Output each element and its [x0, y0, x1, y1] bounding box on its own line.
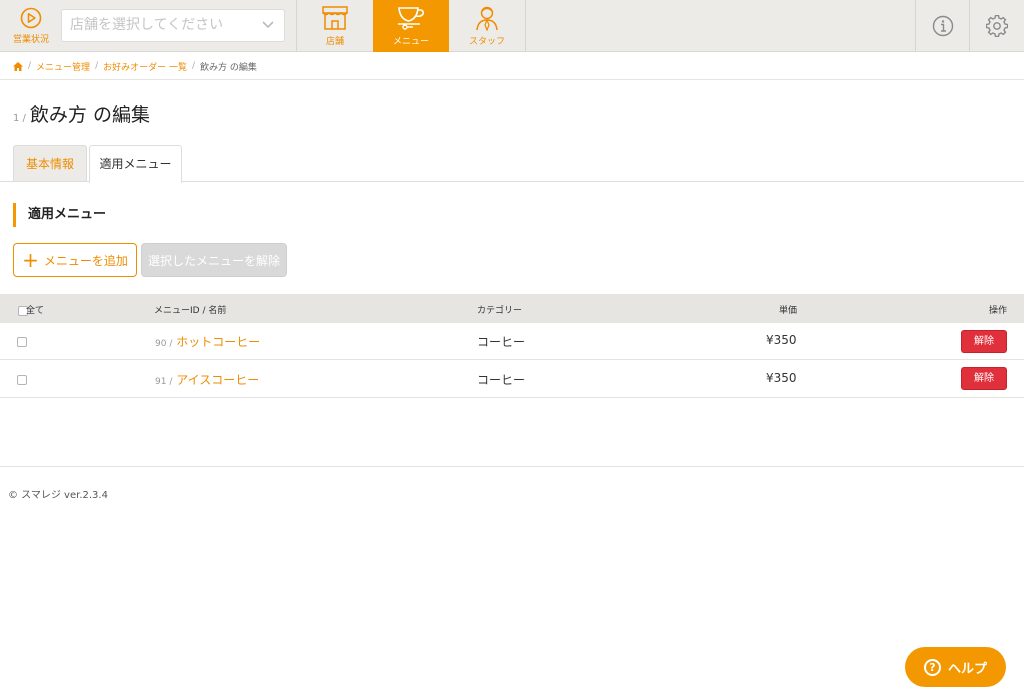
- tab-staff-label: スタッフ: [468, 37, 505, 47]
- tab-staff[interactable]: スタッフ: [449, 0, 525, 52]
- divider: [525, 0, 526, 52]
- table-row: 90 / ホットコーヒー コーヒー ¥350 解除: [0, 323, 1024, 360]
- menu-category: コーヒー: [477, 335, 526, 349]
- menu-id: 91 /: [155, 377, 173, 387]
- footer-divider: [0, 466, 1024, 467]
- menu-name-link[interactable]: アイスコーヒー: [176, 373, 259, 387]
- breadcrumb-separator: /: [95, 61, 99, 71]
- breadcrumb-menu-management[interactable]: メニュー管理: [36, 60, 90, 73]
- store-select-placeholder: 店舗を選択してください: [70, 17, 224, 33]
- chevron-down-icon: [262, 21, 274, 29]
- menu-price: ¥350: [766, 371, 797, 385]
- tab-applied-menus[interactable]: 適用メニュー: [89, 145, 182, 183]
- settings-button[interactable]: [970, 0, 1023, 52]
- content-tabs: 基本情報 適用メニュー: [0, 145, 1024, 183]
- copyright: © スマレジ ver.2.3.4: [8, 490, 108, 501]
- row-checkbox[interactable]: [17, 375, 27, 385]
- menu-id: 90 /: [155, 339, 173, 349]
- cup-icon: [398, 7, 425, 30]
- remove-button[interactable]: 解除: [961, 330, 1007, 353]
- tab-store-label: 店舗: [325, 37, 344, 47]
- menu-id-name: 91 / アイスコーヒー: [155, 371, 259, 388]
- tab-basic-info[interactable]: 基本情報: [13, 145, 87, 181]
- home-icon[interactable]: [13, 61, 23, 71]
- remove-button[interactable]: 解除: [961, 367, 1007, 390]
- header-category: カテゴリー: [477, 306, 523, 316]
- business-status-button[interactable]: 営業状況: [0, 0, 62, 52]
- table-header: 全て メニューID / 名前 カテゴリー 単価 操作: [0, 294, 1024, 323]
- info-icon: [932, 15, 953, 37]
- row-checkbox[interactable]: [17, 337, 27, 347]
- menu-category: コーヒー: [477, 373, 526, 387]
- tab-menu-label: メニュー: [392, 37, 429, 47]
- add-menu-button[interactable]: + メニューを追加: [13, 243, 137, 277]
- tab-menu[interactable]: メニュー: [373, 0, 449, 52]
- page-title-text: 飲み方 の編集: [29, 104, 150, 126]
- breadcrumb-current: 飲み方 の編集: [200, 62, 257, 73]
- tab-store[interactable]: 店舗: [297, 0, 373, 52]
- info-button[interactable]: [916, 0, 969, 52]
- business-status-label: 営業状況: [12, 35, 49, 45]
- menu-id-name: 90 / ホットコーヒー: [155, 333, 260, 350]
- help-label: ヘルプ: [947, 661, 987, 677]
- page-title-number: 1 /: [13, 113, 26, 124]
- remove-selected-button[interactable]: 選択したメニューを解除: [141, 243, 287, 277]
- store-select[interactable]: 店舗を選択してください: [61, 9, 285, 42]
- breadcrumb: / メニュー管理 / お好みオーダー 一覧 / 飲み方 の編集: [0, 53, 1024, 80]
- breadcrumb-separator: /: [191, 61, 196, 71]
- store-icon: [322, 6, 348, 30]
- table-row: 91 / アイスコーヒー コーヒー ¥350 解除: [0, 361, 1024, 398]
- breadcrumb-option-list[interactable]: お好みオーダー 一覧: [103, 60, 187, 73]
- menu-name-link[interactable]: ホットコーヒー: [176, 335, 260, 349]
- section-title: 適用メニュー: [13, 203, 106, 227]
- header-id-name: メニューID / 名前: [154, 306, 227, 316]
- help-button[interactable]: ? ヘルプ: [905, 647, 1006, 687]
- header-action: 操作: [989, 306, 1008, 316]
- gear-icon: [985, 15, 1008, 37]
- page-title: 1 /飲み方 の編集: [13, 100, 150, 127]
- menu-price: ¥350: [766, 333, 797, 347]
- header-price: 単価: [779, 306, 798, 316]
- staff-icon: [476, 6, 498, 31]
- plus-icon: +: [22, 248, 39, 272]
- add-menu-label: メニューを追加: [43, 253, 128, 268]
- question-circle-icon: ?: [923, 658, 941, 676]
- play-circle-icon: [20, 7, 42, 29]
- breadcrumb-separator: /: [28, 61, 32, 71]
- top-bar: 営業状況 店舗を選択してください 店舗 メニュー スタッフ: [0, 0, 1024, 52]
- header-all: 全て: [26, 306, 45, 316]
